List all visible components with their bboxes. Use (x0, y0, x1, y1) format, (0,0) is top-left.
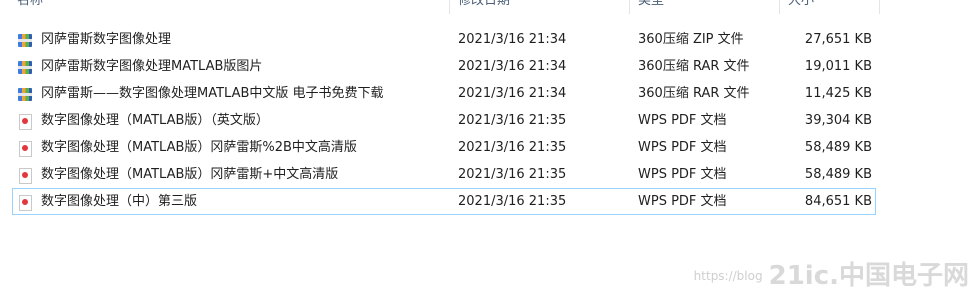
file-row-focused[interactable]: 数字图像处理（中）第三版 2021/3/16 21:35 WPS PDF 文档 … (12, 188, 876, 215)
file-name: 数字图像处理（MATLAB版）冈萨雷斯%2B中文高清版 (41, 140, 357, 155)
file-type: WPS PDF 文档 (638, 167, 727, 182)
file-name: 冈萨雷斯数字图像处理MATLAB版图片 (41, 59, 263, 74)
file-name: 冈萨雷斯数字图像处理 (41, 32, 172, 47)
watermark-logo: 21ic.中国电子网 (768, 261, 969, 291)
file-size: 84,651 KB (804, 194, 872, 209)
file-name: 冈萨雷斯——数字图像处理MATLAB中文版 电子书免费下载 (41, 86, 384, 101)
pdf-icon (17, 194, 33, 211)
header-size[interactable]: 大小 (788, 0, 814, 14)
file-date: 2021/3/16 21:34 (458, 32, 567, 47)
file-name-cell: 数字图像处理（MATLAB版）冈萨雷斯%2B中文高清版 (17, 134, 357, 161)
watermark-text: https://blog (693, 269, 763, 283)
file-name-cell: 冈萨雷斯——数字图像处理MATLAB中文版 电子书免费下载 (17, 80, 384, 107)
file-size: 11,425 KB (804, 86, 872, 101)
file-name-cell: 数字图像处理（MATLAB版）（英文版） (17, 107, 269, 134)
header-type[interactable]: 类型 (638, 0, 664, 14)
column-divider[interactable] (879, 0, 880, 14)
column-divider[interactable] (779, 0, 780, 14)
column-header: 名称 修改日期 类型 大小 (0, 0, 880, 14)
file-name: 数字图像处理（MATLAB版）冈萨雷斯+中文高清版 (41, 167, 339, 182)
file-name-cell: 冈萨雷斯数字图像处理 (17, 26, 171, 53)
file-size: 58,489 KB (804, 140, 872, 155)
header-date[interactable]: 修改日期 (458, 0, 510, 14)
watermark: https://blog 21ic.中国电子网 (694, 255, 969, 292)
file-row[interactable]: 数字图像处理（MATLAB版）冈萨雷斯%2B中文高清版 2021/3/16 21… (0, 134, 880, 161)
file-size: 27,651 KB (804, 32, 872, 47)
file-row[interactable]: 冈萨雷斯数字图像处理 2021/3/16 21:34 360压缩 ZIP 文件 … (0, 26, 880, 53)
file-row[interactable]: 数字图像处理（MATLAB版）冈萨雷斯+中文高清版 2021/3/16 21:3… (0, 161, 880, 188)
file-type: 360压缩 ZIP 文件 (638, 32, 744, 47)
file-type: WPS PDF 文档 (638, 113, 727, 128)
file-name: 数字图像处理（MATLAB版）（英文版） (41, 113, 269, 128)
column-divider[interactable] (629, 0, 630, 14)
file-date: 2021/3/16 21:35 (458, 113, 567, 128)
file-name-cell: 冈萨雷斯数字图像处理MATLAB版图片 (17, 53, 262, 80)
file-list: 冈萨雷斯数字图像处理 2021/3/16 21:34 360压缩 ZIP 文件 … (0, 26, 880, 215)
pdf-icon (17, 113, 33, 130)
file-name-cell: 数字图像处理（MATLAB版）冈萨雷斯+中文高清版 (17, 161, 338, 188)
archive-icon (17, 86, 33, 102)
pdf-icon (17, 140, 33, 157)
pdf-icon (17, 167, 33, 184)
archive-icon (17, 59, 33, 75)
file-date: 2021/3/16 21:35 (458, 194, 567, 209)
file-date: 2021/3/16 21:35 (458, 140, 567, 155)
file-row[interactable]: 冈萨雷斯——数字图像处理MATLAB中文版 电子书免费下载 2021/3/16 … (0, 80, 880, 107)
file-date: 2021/3/16 21:35 (458, 167, 567, 182)
file-row[interactable]: 冈萨雷斯数字图像处理MATLAB版图片 2021/3/16 21:34 360压… (0, 53, 880, 80)
header-name[interactable]: 名称 (17, 0, 43, 14)
archive-icon (17, 32, 33, 48)
file-size: 39,304 KB (804, 113, 872, 128)
file-date: 2021/3/16 21:34 (458, 86, 567, 101)
file-size: 19,011 KB (804, 59, 872, 74)
file-type: 360压缩 RAR 文件 (638, 59, 750, 74)
file-type: WPS PDF 文档 (638, 140, 727, 155)
file-size: 58,489 KB (804, 167, 872, 182)
file-name: 数字图像处理（中）第三版 (41, 194, 198, 209)
file-type: 360压缩 RAR 文件 (638, 86, 750, 101)
file-type: WPS PDF 文档 (638, 194, 727, 209)
file-name-cell: 数字图像处理（中）第三版 (17, 188, 197, 215)
column-divider[interactable] (449, 0, 450, 14)
file-row[interactable]: 数字图像处理（MATLAB版）（英文版） 2021/3/16 21:35 WPS… (0, 107, 880, 134)
file-date: 2021/3/16 21:34 (458, 59, 567, 74)
